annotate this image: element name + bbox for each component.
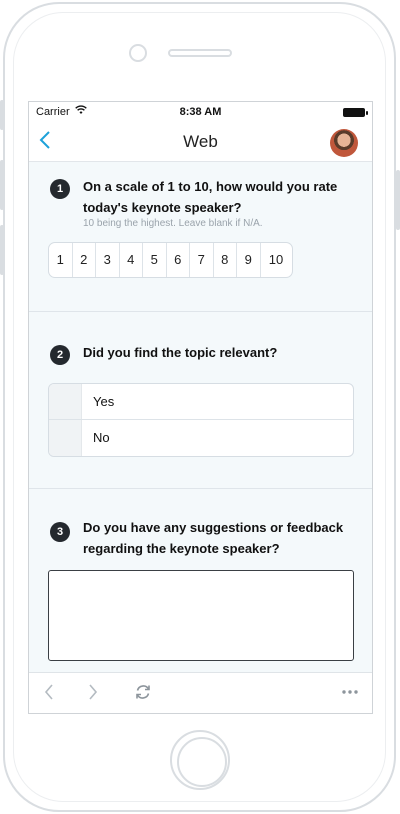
nav-title: Web bbox=[183, 132, 218, 151]
volume-up-button bbox=[0, 160, 4, 210]
phone-screen: Carrier 8:38 AM Web 1 On a scale of 1 to… bbox=[28, 101, 373, 714]
rating-option[interactable]: 10 bbox=[261, 243, 292, 277]
volume-down-button bbox=[0, 225, 4, 275]
choice-list: Yes No bbox=[48, 383, 354, 457]
earpiece-speaker bbox=[168, 49, 232, 57]
rating-option[interactable]: 2 bbox=[73, 243, 96, 277]
choice-yes[interactable]: Yes bbox=[49, 384, 353, 420]
chevron-left-icon[interactable] bbox=[43, 683, 55, 707]
rating-option[interactable]: 7 bbox=[190, 243, 214, 277]
choice-selector[interactable] bbox=[49, 384, 82, 419]
rating-option[interactable]: 9 bbox=[237, 243, 261, 277]
choice-selector[interactable] bbox=[49, 420, 82, 456]
question-2: 2 Did you find the topic relevant? Yes N… bbox=[29, 312, 372, 489]
rating-option[interactable]: 5 bbox=[143, 243, 167, 277]
battery-icon bbox=[343, 108, 368, 117]
rating-option[interactable]: 6 bbox=[167, 243, 190, 277]
clock: 8:38 AM bbox=[179, 106, 222, 118]
rating-option[interactable]: 8 bbox=[214, 243, 237, 277]
nav-bar: Web bbox=[29, 122, 372, 162]
survey-content: 1 On a scale of 1 to 10, how would you r… bbox=[29, 162, 372, 672]
choice-label: Yes bbox=[93, 394, 115, 409]
home-button[interactable] bbox=[170, 730, 230, 790]
choice-no[interactable]: No bbox=[49, 420, 353, 456]
avatar[interactable] bbox=[330, 129, 358, 157]
browser-toolbar bbox=[29, 672, 372, 713]
front-camera bbox=[129, 44, 147, 62]
rating-option[interactable]: 4 bbox=[120, 243, 143, 277]
question-number-badge: 2 bbox=[50, 345, 70, 365]
question-number-badge: 1 bbox=[50, 179, 70, 199]
chevron-right-icon[interactable] bbox=[87, 683, 99, 707]
rating-scale: 1 2 3 4 5 6 7 8 9 10 bbox=[48, 242, 293, 278]
question-3: 3 Do you have any suggestions or feedbac… bbox=[29, 489, 372, 672]
question-1: 1 On a scale of 1 to 10, how would you r… bbox=[29, 162, 372, 312]
rating-option[interactable]: 3 bbox=[96, 243, 120, 277]
status-bar: Carrier 8:38 AM bbox=[29, 102, 372, 122]
question-text: On a scale of 1 to 10, how would you rat… bbox=[83, 179, 338, 215]
refresh-icon[interactable] bbox=[134, 683, 152, 707]
rating-option[interactable]: 1 bbox=[49, 243, 73, 277]
question-hint: 10 being the highest. Leave blank if N/A… bbox=[83, 218, 263, 229]
feedback-textarea[interactable] bbox=[48, 570, 354, 661]
question-text: Did you find the topic relevant? bbox=[83, 345, 278, 360]
question-text: Do you have any suggestions or feedback … bbox=[83, 520, 344, 556]
choice-label: No bbox=[93, 430, 110, 445]
question-number-badge: 3 bbox=[50, 522, 70, 542]
more-icon[interactable] bbox=[341, 681, 359, 705]
power-button bbox=[396, 170, 400, 230]
mute-switch bbox=[0, 100, 4, 130]
